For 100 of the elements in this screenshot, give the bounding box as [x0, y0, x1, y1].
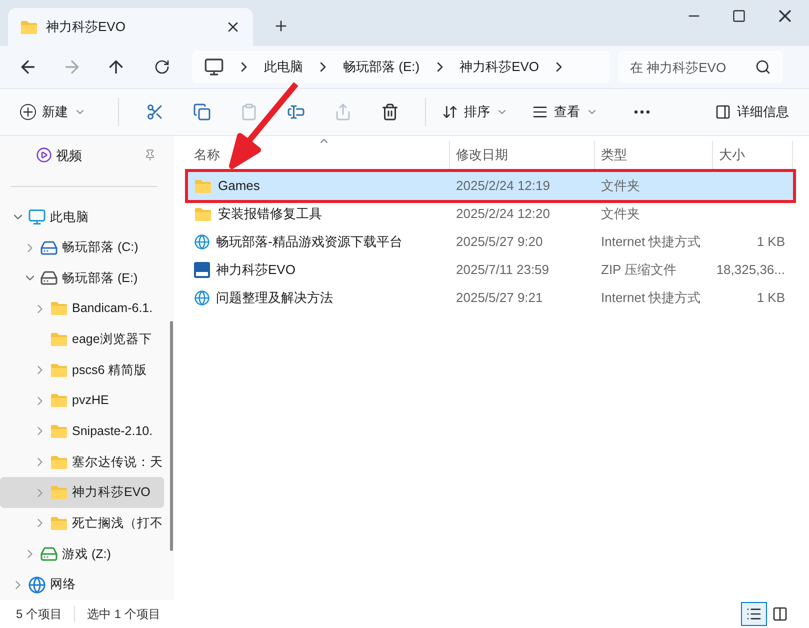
breadcrumb-item[interactable]: 神力科莎EVO: [460, 57, 540, 77]
file-name: 畅玩部落-精品游戏资源下载平台: [216, 233, 402, 252]
sidebar-label: 畅玩部落 (E:): [62, 270, 138, 287]
sidebar-item[interactable]: eage浏览器下: [0, 324, 164, 355]
selection-count: 选中 1 个项目: [87, 606, 160, 623]
drive-icon: [40, 544, 58, 563]
network-icon: [28, 576, 46, 594]
video-icon: [36, 147, 52, 164]
view-button[interactable]: 查看: [528, 96, 602, 128]
drive-icon: [40, 269, 58, 288]
sidebar-label: eage浏览器下: [72, 331, 152, 348]
file-row[interactable]: 安装报错修复工具 2025/2/24 12:20 文件夹: [188, 200, 793, 228]
sidebar-label: 神力科莎EVO: [72, 484, 150, 502]
sidebar-label: 网络: [50, 576, 76, 594]
folder-icon: [50, 454, 68, 470]
table-cell-text: 1 KB: [756, 289, 786, 308]
new-tab-icon[interactable]: [273, 18, 289, 34]
address-bar[interactable]: 此电脑 畅玩部落 (E:) 神力科莎EVO: [192, 51, 610, 83]
breadcrumb-item[interactable]: 此电脑: [264, 57, 303, 77]
add-icon: [20, 104, 36, 120]
table-cell-text: 文件夹: [600, 205, 641, 224]
folder-icon: [194, 178, 212, 194]
sidebar-label: 塞尔达传说：天: [72, 454, 163, 471]
column-header[interactable]: 大小: [713, 141, 793, 169]
column-header[interactable]: 修改日期: [450, 141, 595, 169]
sidebar-label: 视频: [56, 146, 83, 165]
more-icon: [634, 110, 650, 114]
sidebar-item[interactable]: 畅玩部落 (C:): [0, 232, 164, 263]
sidebar-item[interactable]: 视频: [0, 140, 168, 171]
table-cell-text: 18,325,36...: [715, 261, 786, 280]
copy-icon: [192, 103, 210, 121]
details-view-button[interactable]: [741, 602, 767, 626]
sidebar-item[interactable]: Snipaste-2.10.: [0, 416, 164, 447]
web-shortcut-icon: [194, 290, 210, 306]
column-header[interactable]: 类型: [595, 141, 713, 169]
sidebar-label: pscs6 精简版: [72, 362, 148, 379]
sidebar-label: 畅玩部落 (C:): [62, 239, 138, 256]
sidebar-item[interactable]: 死亡搁浅（打不: [0, 508, 164, 539]
table-cell-text: 2025/5/27 9:21: [455, 289, 544, 308]
item-count: 5 个项目: [16, 606, 62, 623]
maximize-icon[interactable]: [732, 9, 746, 23]
tab-title: 神力科莎EVO: [46, 18, 126, 36]
sidebar-item[interactable]: pscs6 精简版: [0, 354, 164, 386]
table-cell-text: 1 KB: [756, 233, 786, 252]
drive-icon: [40, 238, 58, 257]
rename-icon: [286, 103, 304, 121]
sidebar-label: Snipaste-2.10.: [72, 423, 153, 440]
clipboard-icon: [240, 103, 258, 121]
sort-icon: [442, 104, 458, 120]
table-cell-text: 文件夹: [600, 177, 641, 196]
sidebar-item[interactable]: 此电脑: [0, 202, 164, 232]
folder-icon: [194, 206, 212, 222]
new-button[interactable]: 新建: [16, 96, 90, 128]
sidebar-item[interactable]: pvzHE: [0, 385, 164, 416]
refresh-icon[interactable]: [154, 59, 170, 75]
search-field[interactable]: 在 神力科莎EVO: [618, 51, 783, 83]
file-row[interactable]: Games 2025/2/24 12:19 文件夹: [188, 172, 793, 200]
table-cell-text: 2025/2/24 12:19: [455, 177, 551, 196]
sidebar-item[interactable]: 神力科莎EVO: [0, 477, 164, 508]
table-cell-text: 2025/7/11 23:59: [455, 261, 550, 280]
folder-icon: [50, 301, 68, 316]
file-row[interactable]: 问题整理及解决方法 2025/5/27 9:21 Internet 快捷方式 1 KB: [188, 284, 793, 312]
file-name: 问题整理及解决方法: [216, 289, 333, 308]
sidebar-item[interactable]: 游戏 (Z:): [0, 538, 164, 570]
sort-button[interactable]: 排序: [438, 96, 512, 128]
folder-icon: [50, 424, 68, 439]
monitor-icon: [204, 57, 224, 77]
sidebar-label: 死亡搁浅（打不: [72, 514, 163, 532]
search-icon: [755, 59, 771, 75]
sidebar-item[interactable]: Bandicam-6.1.: [0, 294, 164, 324]
sidebar-item[interactable]: 网络: [0, 569, 164, 600]
table-cell-text: ZIP 压缩文件: [600, 261, 678, 280]
sidebar-label: pvzHE: [72, 392, 109, 410]
sidebar-item[interactable]: 塞尔达传说：天: [0, 446, 164, 478]
sidebar-label: 此电脑: [50, 208, 89, 226]
table-cell-text: Internet 快捷方式: [600, 289, 702, 308]
trash-icon: [380, 103, 398, 121]
folder-icon: [50, 516, 68, 531]
folder-icon: [50, 332, 68, 347]
sidebar-label: 游戏 (Z:): [62, 546, 111, 563]
table-cell-text: 2025/5/27 9:20: [455, 233, 544, 252]
folder-icon: [50, 485, 68, 500]
web-shortcut-icon: [194, 234, 210, 250]
lines-icon: [532, 104, 548, 120]
folder-icon: [50, 362, 68, 378]
share-icon: [334, 103, 352, 121]
monitor-icon: [28, 208, 46, 226]
file-row[interactable]: 畅玩部落-精品游戏资源下载平台 2025/5/27 9:20 Internet 快捷方式 1 KB: [188, 228, 793, 256]
file-name: 神力科莎EVO: [216, 261, 296, 280]
details-button[interactable]: 详细信息: [711, 96, 793, 128]
sidebar-item[interactable]: 畅玩部落 (E:): [0, 262, 164, 294]
folder-icon: [50, 393, 68, 408]
table-cell-text: 2025/2/24 12:20: [455, 205, 551, 224]
scrollbar[interactable]: [170, 321, 173, 551]
file-row[interactable]: 神力科莎EVO 2025/7/11 23:59 ZIP 压缩文件 18,325,36...: [188, 256, 793, 284]
breadcrumb-item[interactable]: 畅玩部落 (E:): [343, 57, 420, 77]
zip-icon: [194, 262, 210, 278]
file-name: 安装报错修复工具: [218, 205, 322, 224]
window-tab[interactable]: 神力科莎EVO: [8, 8, 253, 46]
sidebar-label: Bandicam-6.1.: [72, 300, 153, 318]
